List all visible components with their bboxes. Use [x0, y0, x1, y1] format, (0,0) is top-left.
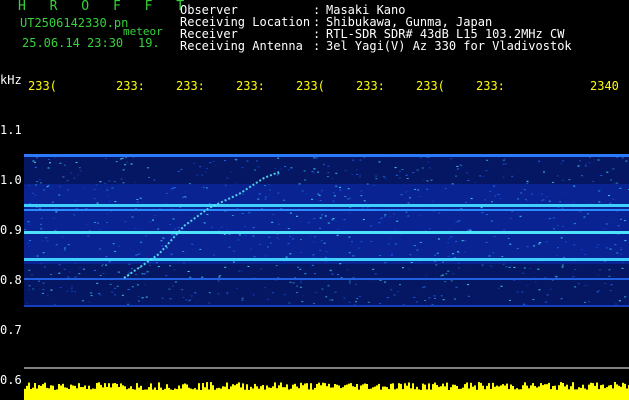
y-tick: 0.6: [0, 373, 22, 387]
antenna-value: 3el Yagi(V) Az 330 for Vladivostok: [326, 39, 572, 53]
x-tick: 233(: [296, 79, 325, 93]
y-tick: 1.0: [0, 173, 22, 187]
carrier-line: [24, 209, 629, 211]
y-tick: 0.8: [0, 273, 22, 287]
carrier-line: [24, 305, 629, 307]
carrier-line: [24, 278, 629, 280]
antenna-label: Receiving Antenna: [180, 39, 303, 53]
x-tick: 2340: [590, 79, 619, 93]
carrier-line: [24, 258, 629, 261]
x-tick: 233:: [116, 79, 145, 93]
x-tick: 233:: [236, 79, 265, 93]
x-tick: 233:: [356, 79, 385, 93]
y-tick: 0.7: [0, 323, 22, 337]
antenna-sep: :: [313, 39, 321, 53]
x-tick: 233(: [28, 79, 57, 93]
carrier-line: [24, 231, 629, 234]
y-tick: 1.1: [0, 123, 22, 137]
x-tick: 233:: [476, 79, 505, 93]
y-tick: 0.9: [0, 223, 22, 237]
y-axis-unit: kHz: [0, 73, 22, 87]
file-name: UT2506142330.pn: [20, 16, 129, 30]
spectrogram: [24, 96, 629, 400]
meteor-count: 19.: [138, 36, 160, 50]
x-tick: 233:: [176, 79, 205, 93]
timestamp: 25.06.14 23:30: [22, 36, 124, 50]
carrier-line: [24, 154, 629, 157]
x-tick: 233(: [416, 79, 445, 93]
app-title: H R O F F T: [18, 0, 193, 14]
carrier-line: [24, 204, 629, 207]
